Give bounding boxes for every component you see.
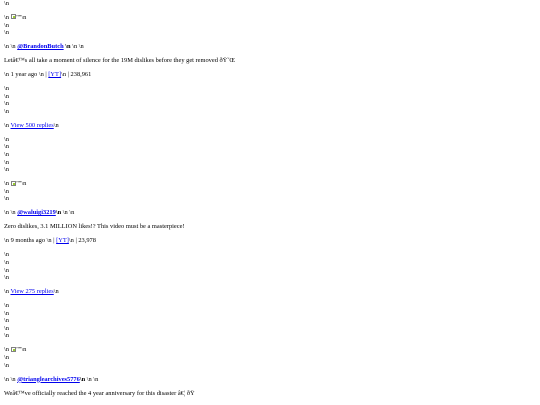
source-link[interactable]: [YT] <box>56 237 69 244</box>
comment-age: 1 year ago <box>10 71 38 79</box>
view-replies-link[interactable]: View 275 replies <box>10 288 53 295</box>
comment-item: \n ""\n \n \n \n \n @waluigi3219\n \n \n… <box>4 180 540 346</box>
avatar-line: \n ""\n <box>4 180 27 188</box>
comment-text: Letâ€™s all take a moment of silence for… <box>4 57 236 65</box>
comment-text: Zero dislikes, 3.1 MILLION likes!? This … <box>4 223 185 231</box>
source-link[interactable]: [YT] <box>48 71 61 78</box>
author-line: \n \n @BrandonButch \n \n \n <box>4 43 84 51</box>
author-link[interactable]: @BrandonButch <box>17 43 63 50</box>
broken-image-icon <box>10 14 16 20</box>
author-line: \n \n @waluigi3219\n \n \n <box>4 209 75 217</box>
comment-item: \n ""\n \n \n \n \n @trianglearchives577… <box>4 346 540 397</box>
comment-age: 9 months ago <box>10 237 46 245</box>
comment-meta: \n 9 months ago \n | [YT]\n | 23,978 <box>4 237 96 245</box>
like-count: 23,978 <box>78 237 96 245</box>
author-link[interactable]: @trianglearchives5776 <box>17 376 80 383</box>
like-count: 238,961 <box>70 71 92 79</box>
replies-line: \n View 500 replies\n <box>4 121 59 129</box>
view-replies-link[interactable]: View 500 replies <box>10 122 53 129</box>
author-link[interactable]: @waluigi3219 <box>17 209 56 216</box>
replies-line: \n View 275 replies\n <box>4 288 59 296</box>
comment-text: Weâ€™ve officially reached the 4 year an… <box>4 389 195 397</box>
newline-text: \n <box>4 0 9 7</box>
comments-page: \n \n ""\n \n \n \n \n @BrandonButch \n … <box>0 0 540 405</box>
avatar-line: \n ""\n <box>4 346 27 354</box>
broken-image-icon <box>10 346 16 352</box>
broken-image-icon <box>10 180 16 186</box>
author-line: \n \n @trianglearchives5776\n \n \n <box>4 375 99 383</box>
avatar-line: \n ""\n <box>4 13 27 21</box>
comment-item: \n ""\n \n \n \n \n @BrandonButch \n \n … <box>4 14 540 180</box>
comment-meta: \n 1 year ago \n | [YT]\n | 238,961 <box>4 71 92 79</box>
